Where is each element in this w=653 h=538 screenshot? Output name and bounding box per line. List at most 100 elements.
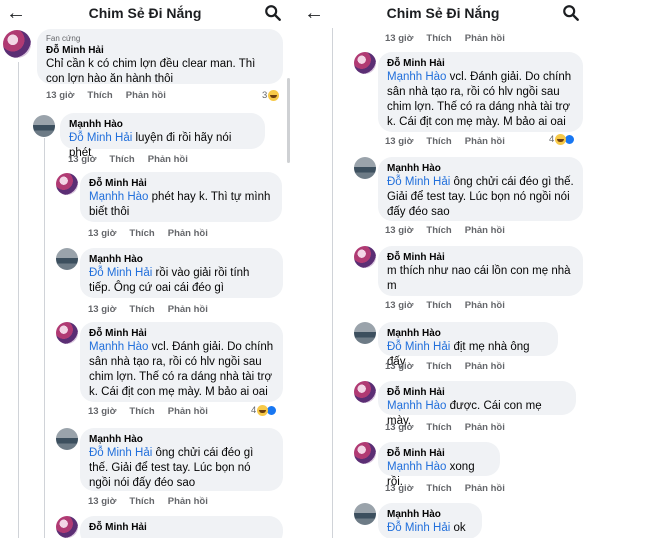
avatar[interactable]	[354, 246, 376, 268]
reply-link[interactable]: Phản hồi	[168, 228, 208, 239]
like-link[interactable]: Thích	[426, 225, 451, 236]
comment-bubble: Fan cứng Đỗ Minh Hải Chỉ cần k có chim l…	[37, 29, 283, 85]
commenter-name[interactable]: Đỗ Minh Hải	[46, 44, 274, 57]
commenter-name[interactable]: Đỗ Minh Hải	[89, 327, 274, 340]
reply-link[interactable]: Phản hồi	[126, 90, 166, 101]
comment-actions: 13 giờ Thích Phản hồi	[46, 90, 179, 101]
comment-bubble: Đỗ Minh Hải Mạnhh Hào xong rồi.	[378, 442, 500, 488]
like-link[interactable]: Thích	[426, 361, 451, 372]
avatar[interactable]	[3, 30, 31, 58]
like-link[interactable]: Thích	[426, 33, 451, 44]
like-link[interactable]: Thích	[129, 228, 154, 239]
mention-link[interactable]: Mạnhh Hào	[387, 461, 446, 473]
comment-actions: 13 giờ Thích Phản hồi	[385, 361, 518, 372]
avatar[interactable]	[354, 442, 376, 464]
mention-link[interactable]: Mạnhh Hào	[387, 400, 446, 412]
commenter-name[interactable]: Đỗ Minh Hải	[387, 57, 574, 70]
comment-time: 13 giờ	[68, 154, 97, 165]
like-link[interactable]: Thích	[426, 300, 451, 311]
page-title: Chim Sẻ Đi Nắng	[88, 5, 202, 21]
comment-text: m thích như nao cái lồn con mẹ nhà m	[387, 265, 571, 292]
commenter-name[interactable]: Mạnhh Hào	[69, 118, 256, 131]
like-link[interactable]: Thích	[129, 406, 154, 417]
comment-actions: 13 giờ Thích Phản hồi	[385, 483, 518, 494]
like-link[interactable]: Thích	[129, 496, 154, 507]
reply-link[interactable]: Phản hồi	[465, 225, 505, 236]
comment-time: 13 giờ	[385, 225, 414, 236]
mention-link[interactable]: Đỗ Minh Hải	[89, 447, 152, 459]
reply-link[interactable]: Phản hồi	[148, 154, 188, 165]
fan-badge: Fan cứng	[46, 34, 81, 43]
comment-actions: 13 giờ Thích Phản hồi	[385, 136, 518, 147]
mention-link[interactable]: Mạnhh Hào	[89, 341, 148, 353]
commenter-name[interactable]: Đỗ Minh Hải	[387, 447, 491, 460]
commenter-name[interactable]: Đỗ Minh Hải	[387, 386, 567, 399]
avatar[interactable]	[56, 428, 78, 450]
reaction-count[interactable]: 4	[251, 405, 278, 416]
search-icon[interactable]	[562, 4, 580, 22]
reply-link[interactable]: Phản hồi	[465, 422, 505, 433]
commenter-name[interactable]: Đỗ Minh Hải	[89, 521, 274, 534]
comment-actions: 13 giờ Thích Phản hồi	[385, 422, 518, 433]
avatar[interactable]	[56, 173, 78, 195]
commenter-name[interactable]: Đỗ Minh Hải	[387, 251, 574, 264]
commenter-name[interactable]: Mạnhh Hào	[387, 327, 549, 340]
mention-link[interactable]: Đỗ Minh Hải	[387, 176, 450, 188]
comment-time: 13 giờ	[88, 496, 117, 507]
avatar[interactable]	[354, 381, 376, 403]
reply-link[interactable]: Phản hồi	[168, 406, 208, 417]
comment-actions: 13 giờ Thích Phản hồi	[88, 304, 221, 315]
mention-link[interactable]: Đỗ Minh Hải	[387, 341, 450, 353]
comment-time: 13 giờ	[385, 422, 414, 433]
avatar[interactable]	[56, 516, 78, 538]
commenter-name[interactable]: Mạnhh Hào	[387, 508, 473, 521]
reply-link[interactable]: Phản hồi	[168, 304, 208, 315]
reply-link[interactable]: Phản hồi	[168, 496, 208, 507]
avatar[interactable]	[354, 157, 376, 179]
like-link[interactable]: Thích	[109, 154, 134, 165]
like-link[interactable]: Thích	[426, 136, 451, 147]
comment-actions: 13 giờ Thích Phản hồi	[88, 496, 221, 507]
mention-link[interactable]: Đỗ Minh Hải	[387, 522, 450, 534]
reply-link[interactable]: Phản hồi	[465, 483, 505, 494]
commenter-name[interactable]: Mạnhh Hào	[387, 162, 574, 175]
reply-link[interactable]: Phản hồi	[465, 136, 505, 147]
reaction-count[interactable]: 4	[549, 134, 576, 145]
thread-line	[18, 62, 19, 538]
comment-actions: 13 giờ Thích Phản hồi	[385, 225, 518, 236]
like-link[interactable]: Thích	[426, 483, 451, 494]
avatar[interactable]	[56, 248, 78, 270]
comment-time: 13 giờ	[46, 90, 75, 101]
avatar[interactable]	[354, 322, 376, 344]
mention-link[interactable]: Đỗ Minh Hải	[69, 132, 132, 144]
mention-link[interactable]: Mạnhh Hào	[387, 71, 446, 83]
avatar[interactable]	[56, 322, 78, 344]
reply-link[interactable]: Phản hồi	[465, 361, 505, 372]
comment-bubble: Mạnhh Hào Đỗ Minh Hải luyện đi rồi hãy n…	[60, 113, 265, 159]
avatar[interactable]	[354, 503, 376, 525]
search-icon[interactable]	[264, 4, 282, 22]
comment-time: 13 giờ	[385, 300, 414, 311]
mention-link[interactable]: Đỗ Minh Hải	[89, 267, 152, 279]
like-link[interactable]: Thích	[426, 422, 451, 433]
avatar[interactable]	[33, 115, 55, 137]
comment-time: 13 giờ	[385, 33, 414, 44]
like-link[interactable]: Thích	[129, 304, 154, 315]
top-app-bar: ← Chim Sẻ Đi Nắng	[298, 0, 588, 28]
comment-bubble: Mạnhh Hào Đỗ Minh Hải địt mẹ nhà ông đấy	[378, 322, 558, 368]
reaction-count[interactable]: 3	[262, 90, 280, 101]
comment-time: 13 giờ	[385, 361, 414, 372]
reply-link[interactable]: Phản hồi	[465, 300, 505, 311]
mention-link[interactable]: Mạnhh Hào	[89, 191, 148, 203]
reply-link[interactable]: Phản hồi	[465, 33, 505, 44]
comment-actions: 13 giờ Thích Phản hồi	[88, 406, 221, 417]
like-link[interactable]: Thích	[87, 90, 112, 101]
top-app-bar: ← Chim Sẻ Đi Nắng	[0, 0, 290, 28]
avatar[interactable]	[354, 52, 376, 74]
commenter-name[interactable]: Đỗ Minh Hải	[89, 177, 273, 190]
commenter-name[interactable]: Mạnhh Hào	[89, 253, 274, 266]
comment-bubble: Đỗ Minh Hải Mạnhh Hào vcl. Đánh giải. Do…	[80, 322, 283, 402]
comment-actions: 13 giờ Thích Phản hồi	[68, 154, 201, 165]
scrollbar[interactable]	[287, 78, 290, 163]
commenter-name[interactable]: Mạnhh Hào	[89, 433, 274, 446]
